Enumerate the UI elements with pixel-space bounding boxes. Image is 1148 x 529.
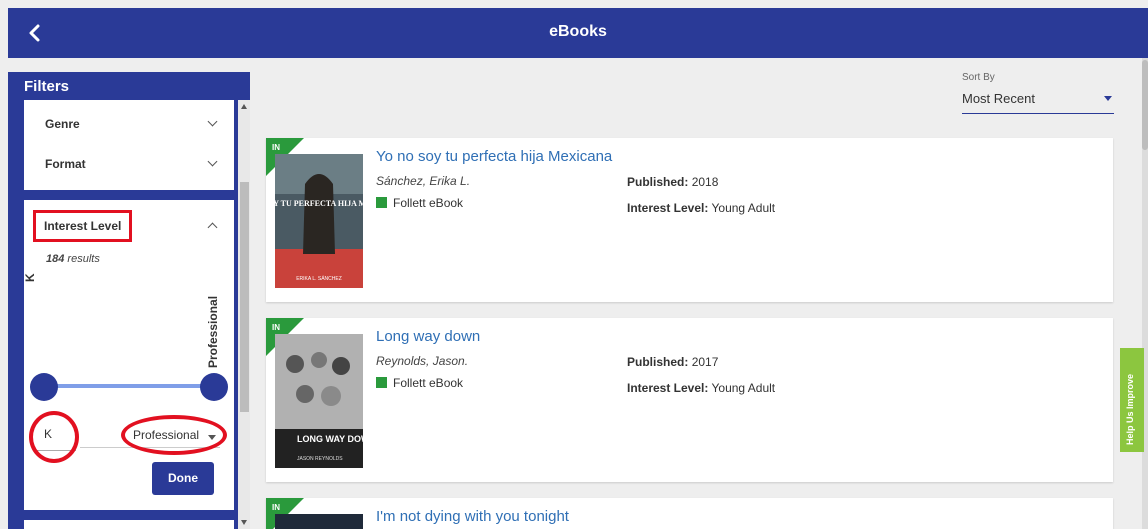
ebook-icon [376, 377, 387, 388]
page-scrollbar[interactable] [1142, 58, 1148, 529]
filter-format-label: Format [45, 157, 86, 171]
help-us-improve-tab[interactable]: Help Us Improve [1120, 348, 1144, 452]
cover-text: LONG WAY DOWN [297, 434, 363, 444]
filter-genre-label: Genre [45, 117, 80, 131]
book-title[interactable]: Yo no soy tu perfecta hija Mexicana [376, 148, 612, 165]
filter-format[interactable]: Format [24, 140, 234, 180]
book-interest-level: Interest Level: Young Adult [627, 201, 775, 215]
filters-scrollbar-thumb[interactable] [240, 182, 249, 412]
book-cover[interactable]: YO NO SOY TU PERFECTA HIJA MEXICANA ERIK… [275, 154, 363, 288]
interest-label: Interest Level: [627, 201, 709, 215]
caret-down-icon [1104, 96, 1112, 101]
book-format: Follett eBook [376, 196, 463, 210]
chevron-down-icon [207, 116, 218, 127]
sort-select[interactable]: Sort By Most Recent [962, 72, 1114, 114]
scroll-down-icon[interactable] [241, 520, 247, 525]
cover-text: YO NO SOY TU PERFECTA HIJA MEXICANA [275, 199, 363, 208]
book-cover[interactable]: LONG WAY DOWN JASON REYNOLDS [275, 334, 363, 468]
results-suffix: results [67, 253, 100, 265]
sort-value: Most Recent [962, 91, 1035, 106]
book-author: Sánchez, Erika L. [376, 174, 471, 188]
ebook-icon [376, 197, 387, 208]
annotation-circle [29, 411, 79, 463]
book-format: Follett eBook [376, 376, 463, 390]
cover-author: JASON REYNOLDS [297, 456, 343, 462]
chevron-down-icon [207, 156, 218, 167]
help-label: Help Us Improve [1125, 373, 1135, 445]
format-label: Follett eBook [393, 376, 464, 390]
interest-level-header[interactable]: Interest Level [24, 200, 234, 244]
slider-min-handle[interactable] [30, 373, 58, 401]
filter-group-card: Genre Format [24, 100, 234, 190]
cover-author: ERIKA L. SÁNCHEZ [296, 275, 342, 282]
book-card[interactable]: IN I'm not dying with you tonight [266, 498, 1113, 529]
top-bar: eBooks [8, 8, 1148, 58]
sort-label: Sort By [962, 72, 995, 83]
filters-scrollbar[interactable] [238, 100, 250, 529]
published-value: 2018 [691, 175, 719, 189]
slider-max-label: Professional [206, 295, 220, 368]
interest-level-label: Interest Level [33, 210, 133, 242]
book-title[interactable]: I'm not dying with you tonight [376, 508, 569, 525]
badge-label: IN [272, 323, 280, 332]
book-published: Published: 2018 [627, 175, 718, 189]
interest-value: Young Adult [711, 201, 776, 215]
filter-genre[interactable]: Genre [24, 100, 234, 140]
results-number: 184 [46, 253, 65, 265]
slider-min-label: K [23, 273, 37, 282]
badge-label: IN [272, 503, 280, 512]
book-published: Published: 2017 [627, 355, 718, 369]
interest-value: Young Adult [711, 381, 776, 395]
format-label: Follett eBook [393, 196, 464, 210]
chevron-up-icon [207, 222, 218, 233]
book-author: Reynolds, Jason. [376, 354, 469, 368]
book-title[interactable]: Long way down [376, 328, 480, 345]
annotation-oval [121, 415, 227, 455]
page-scrollbar-thumb[interactable] [1142, 60, 1148, 150]
book-card[interactable]: IN YO NO SOY TU PERFECTA HIJA MEXICANA E… [266, 138, 1113, 302]
results-count: 184 results [46, 253, 100, 265]
published-label: Published: [627, 175, 689, 189]
filters-title: Filters [24, 78, 70, 95]
done-button[interactable]: Done [152, 462, 214, 495]
published-label: Published: [627, 355, 689, 369]
page-title: eBooks [549, 23, 607, 40]
interest-label: Interest Level: [627, 381, 709, 395]
filter-next-card [24, 520, 234, 529]
scroll-up-icon[interactable] [241, 104, 247, 109]
published-value: 2017 [691, 355, 719, 369]
slider-max-handle[interactable] [200, 373, 228, 401]
book-interest-level: Interest Level: Young Adult [627, 381, 775, 395]
book-card[interactable]: IN LONG WAY DOWN JASON REYNOLDS Long way… [266, 318, 1113, 482]
book-cover[interactable] [275, 514, 363, 529]
interest-level-slider-track[interactable] [31, 384, 211, 388]
badge-label: IN [272, 143, 280, 152]
